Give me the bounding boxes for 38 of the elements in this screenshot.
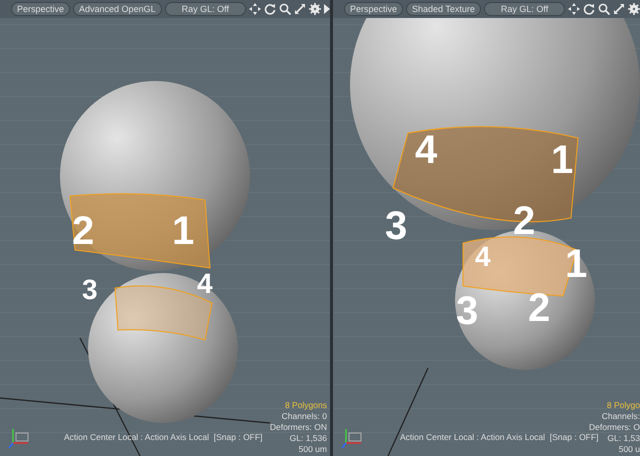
search-icon[interactable] <box>278 3 291 15</box>
settings-icon[interactable] <box>308 3 321 15</box>
stats-text: Channels: 0 <box>282 411 327 422</box>
viewport-button[interactable]: Ray GL: Off <box>484 2 566 16</box>
status-text: Action Center Local : Action Axis Local [Snap : OFF] <box>400 432 598 442</box>
stats-text: 8 Polygo <box>606 400 640 411</box>
stats-text: GL: 1,536 <box>290 433 327 444</box>
polygon-number-label: 4 <box>475 243 491 271</box>
polygon-number-label: 1 <box>172 211 194 251</box>
stats-text: 500 um <box>298 444 327 455</box>
rotate-icon[interactable] <box>583 3 596 15</box>
polygon-number-label: 4 <box>197 270 213 298</box>
settings-icon[interactable] <box>628 3 640 15</box>
stats-text: GL: 1,53 <box>607 433 640 444</box>
rotate-icon[interactable] <box>264 3 276 15</box>
viewport-button[interactable]: Perspective <box>344 2 404 16</box>
stats-text: 8 Polygons <box>284 400 327 411</box>
move-icon[interactable] <box>568 3 580 15</box>
polygon-number-label: 2 <box>72 211 94 251</box>
polygon-number-label: 3 <box>456 291 478 331</box>
polygon-number-label: 3 <box>385 206 408 246</box>
expand-icon[interactable] <box>613 3 626 15</box>
viewport-button[interactable]: Advanced OpenGL <box>73 2 162 16</box>
stats-text: 500 u <box>618 444 640 455</box>
viewport-button[interactable]: Ray GL: Off <box>164 2 246 16</box>
expand-icon[interactable] <box>294 3 306 15</box>
play-icon[interactable] <box>324 4 330 14</box>
polygon-number-label: 4 <box>415 130 438 170</box>
stats-text: Deformers: ON <box>270 422 327 433</box>
search-icon[interactable] <box>598 3 610 15</box>
polygon-number-label: 1 <box>551 140 574 180</box>
polygon-number-label: 2 <box>528 288 550 328</box>
viewport-button[interactable]: Shaded Texture <box>406 2 481 16</box>
stats-text: Deformers: O <box>588 422 640 433</box>
move-icon[interactable] <box>248 3 261 15</box>
viewport-button[interactable]: Perspective <box>11 2 70 16</box>
polygon-number-label: 3 <box>82 276 98 304</box>
stats-text: Channels: <box>602 411 640 422</box>
